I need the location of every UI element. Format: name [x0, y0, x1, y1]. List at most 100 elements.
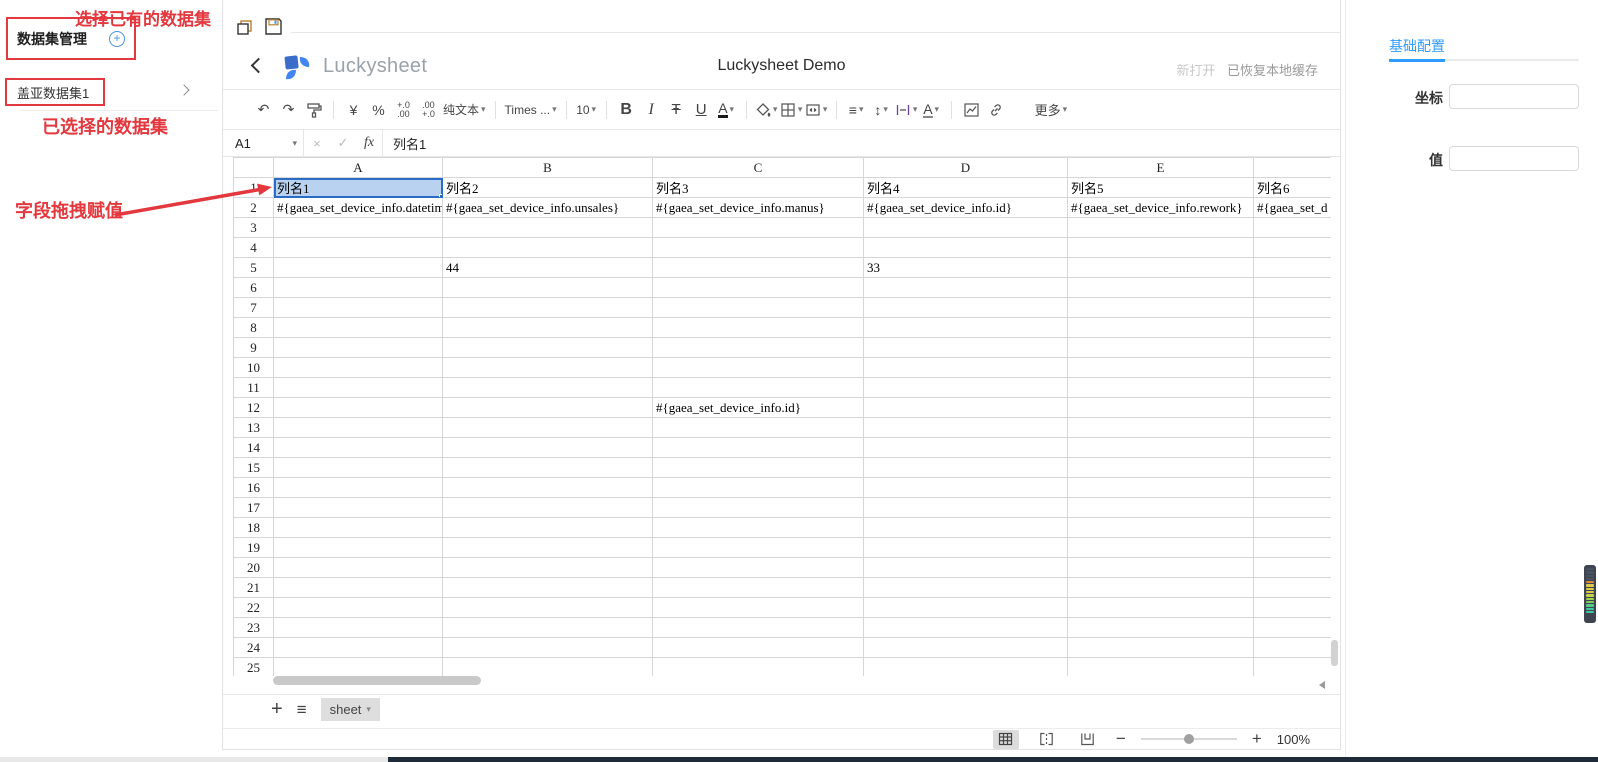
cell-C1[interactable]: 列名3 [653, 178, 864, 198]
cell-E15[interactable] [1068, 458, 1254, 478]
row-header-16[interactable]: 16 [234, 478, 274, 498]
undo-icon[interactable]: ↶ [251, 97, 276, 123]
border-icon[interactable]: ▾ [779, 97, 804, 123]
font-color-icon[interactable]: A▾ [714, 97, 739, 123]
cell-D24[interactable] [864, 638, 1068, 658]
cell-C3[interactable] [653, 218, 864, 238]
cell-C22[interactable] [653, 598, 864, 618]
cell-C19[interactable] [653, 538, 864, 558]
cell-E18[interactable] [1068, 518, 1254, 538]
chart-icon[interactable] [959, 97, 984, 123]
cell-D25[interactable] [864, 658, 1068, 677]
cell-E14[interactable] [1068, 438, 1254, 458]
cell-F5[interactable] [1254, 258, 1332, 278]
cell-B19[interactable] [443, 538, 653, 558]
cell-F16[interactable] [1254, 478, 1332, 498]
save-icon[interactable] [263, 16, 284, 37]
cell-B5[interactable]: 44 [443, 258, 653, 278]
underline-icon[interactable]: U [689, 97, 714, 123]
column-header-C[interactable]: C [653, 158, 864, 178]
zoom-slider-knob[interactable] [1184, 734, 1194, 744]
row-header-21[interactable]: 21 [234, 578, 274, 598]
row-header-11[interactable]: 11 [234, 378, 274, 398]
text-rotate-icon[interactable]: A▾ [919, 97, 944, 123]
horizontal-scrollbar[interactable] [273, 676, 481, 685]
cell-F21[interactable] [1254, 578, 1332, 598]
cell-D17[interactable] [864, 498, 1068, 518]
cell-C7[interactable] [653, 298, 864, 318]
cell-B20[interactable] [443, 558, 653, 578]
row-header-23[interactable]: 23 [234, 618, 274, 638]
cell-C20[interactable] [653, 558, 864, 578]
cell-A5[interactable] [274, 258, 443, 278]
cell-F24[interactable] [1254, 638, 1332, 658]
cell-F3[interactable] [1254, 218, 1332, 238]
cell-D3[interactable] [864, 218, 1068, 238]
column-header-D[interactable]: D [864, 158, 1068, 178]
cell-E16[interactable] [1068, 478, 1254, 498]
cell-C18[interactable] [653, 518, 864, 538]
cell-A19[interactable] [274, 538, 443, 558]
select-all-corner[interactable] [234, 158, 274, 178]
cell-D13[interactable] [864, 418, 1068, 438]
cell-D22[interactable] [864, 598, 1068, 618]
cell-C25[interactable] [653, 658, 864, 677]
cell-D1[interactable]: 列名4 [864, 178, 1068, 198]
cell-A22[interactable] [274, 598, 443, 618]
strikethrough-icon[interactable]: Ŧ [664, 97, 689, 123]
cell-E1[interactable]: 列名5 [1068, 178, 1254, 198]
cell-B24[interactable] [443, 638, 653, 658]
decrease-decimal-icon[interactable]: +.0.00 [391, 97, 416, 123]
fill-handle[interactable] [439, 194, 443, 198]
row-header-3[interactable]: 3 [234, 218, 274, 238]
cell-B11[interactable] [443, 378, 653, 398]
cancel-icon[interactable]: × [304, 136, 330, 151]
cell-E11[interactable] [1068, 378, 1254, 398]
cell-F17[interactable] [1254, 498, 1332, 518]
zoom-slider[interactable] [1141, 738, 1237, 740]
increase-decimal-icon[interactable]: .00+.0 [416, 97, 441, 123]
row-header-14[interactable]: 14 [234, 438, 274, 458]
cell-E12[interactable] [1068, 398, 1254, 418]
fill-color-icon[interactable]: ▾ [754, 97, 779, 123]
cell-E6[interactable] [1068, 278, 1254, 298]
cell-D2[interactable]: #{gaea_set_device_info.id} [864, 198, 1068, 218]
row-header-1[interactable]: 1 [234, 178, 274, 198]
row-header-13[interactable]: 13 [234, 418, 274, 438]
cell-E22[interactable] [1068, 598, 1254, 618]
new-open-link[interactable]: 新打开 [1176, 63, 1215, 78]
row-header-5[interactable]: 5 [234, 258, 274, 278]
cell-F11[interactable] [1254, 378, 1332, 398]
cell-B7[interactable] [443, 298, 653, 318]
cell-B3[interactable] [443, 218, 653, 238]
font-family-dropdown[interactable]: Times ...▾ [503, 97, 559, 123]
cell-A14[interactable] [274, 438, 443, 458]
cell-D12[interactable] [864, 398, 1068, 418]
cell-B4[interactable] [443, 238, 653, 258]
cell-C16[interactable] [653, 478, 864, 498]
cell-A9[interactable] [274, 338, 443, 358]
row-header-6[interactable]: 6 [234, 278, 274, 298]
cell-D15[interactable] [864, 458, 1068, 478]
row-header-24[interactable]: 24 [234, 638, 274, 658]
row-header-22[interactable]: 22 [234, 598, 274, 618]
currency-format-icon[interactable]: ¥ [341, 97, 366, 123]
print-view-icon[interactable] [1075, 730, 1101, 749]
cell-A18[interactable] [274, 518, 443, 538]
coordinate-input[interactable] [1449, 84, 1579, 109]
cell-E20[interactable] [1068, 558, 1254, 578]
cell-A16[interactable] [274, 478, 443, 498]
cell-A12[interactable] [274, 398, 443, 418]
cell-C4[interactable] [653, 238, 864, 258]
more-dropdown[interactable]: 更多▾ [1035, 97, 1068, 123]
cell-F4[interactable] [1254, 238, 1332, 258]
cell-E13[interactable] [1068, 418, 1254, 438]
cell-A7[interactable] [274, 298, 443, 318]
cell-A23[interactable] [274, 618, 443, 638]
cell-E3[interactable] [1068, 218, 1254, 238]
cell-B2[interactable]: #{gaea_set_device_info.unsales} [443, 198, 653, 218]
cell-F7[interactable] [1254, 298, 1332, 318]
cell-C17[interactable] [653, 498, 864, 518]
row-header-15[interactable]: 15 [234, 458, 274, 478]
cell-F22[interactable] [1254, 598, 1332, 618]
